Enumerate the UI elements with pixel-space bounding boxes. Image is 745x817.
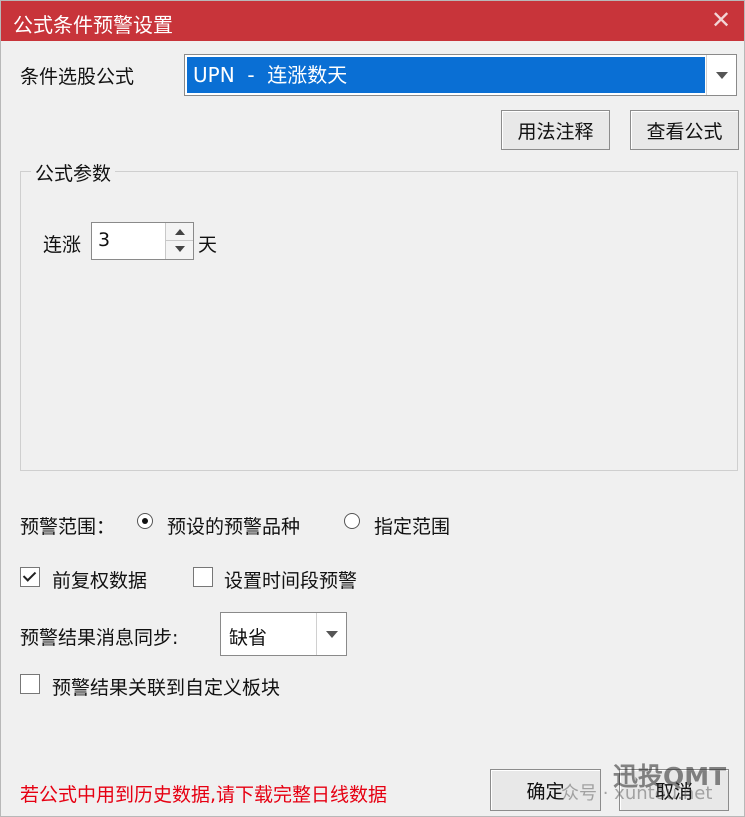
formula-params-title: 公式参数 [31,159,116,186]
radio-selected-dot [142,518,148,524]
scope-radio-preset[interactable] [137,513,153,529]
view-formula-button[interactable]: 查看公式 [630,110,739,150]
formula-dropdown-button[interactable] [706,55,736,95]
close-icon[interactable]: ✕ [708,7,734,33]
param-prefix-label: 连涨 [43,234,82,256]
time-period-checkbox[interactable] [193,567,213,587]
forward-adjust-label[interactable]: 前复权数据 [52,566,147,593]
usage-notes-button[interactable]: 用法注释 [501,110,610,150]
time-period-label[interactable]: 设置时间段预警 [224,566,357,593]
triangle-down-icon [175,246,185,252]
triangle-up-icon [175,229,185,235]
formula-params-group [20,171,738,471]
chevron-down-icon [716,72,728,79]
scope-option-preset-label[interactable]: 预设的预警品种 [167,512,300,539]
spinner-up-button[interactable] [166,223,193,241]
dialog-title: 公式条件预警设置 [13,13,173,37]
days-value[interactable]: 3 [98,229,110,251]
link-block-checkbox[interactable] [20,674,40,694]
formula-alert-dialog: 公式条件预警设置 ✕ 条件选股公式 UPN - 连涨数天 用法注释 查看公式 公… [0,0,745,817]
days-spinner[interactable]: 3 [91,222,194,260]
sync-label: 预警结果消息同步: [20,627,179,649]
formula-label: 条件选股公式 [20,66,135,88]
param-suffix-label: 天 [198,234,218,256]
forward-adjust-checkbox[interactable] [20,567,40,587]
sync-selected-value: 缺省 [229,627,268,649]
formula-selected-value: UPN - 连涨数天 [187,57,705,93]
link-block-label[interactable]: 预警结果关联到自定义板块 [52,673,280,700]
history-data-warning: 若公式中用到历史数据,请下载完整日线数据 [20,784,388,806]
spinner-buttons [165,223,193,259]
scope-option-specified-label[interactable]: 指定范围 [374,512,450,539]
checkmark-icon [22,568,37,582]
chevron-down-icon [326,631,338,638]
scope-label: 预警范围： [20,516,116,538]
title-bar[interactable]: 公式条件预警设置 ✕ [1,1,744,41]
sync-select[interactable]: 缺省 [220,612,347,656]
sync-dropdown-button[interactable] [316,613,346,655]
spinner-down-button[interactable] [166,241,193,259]
watermark-sub: 众号 · xuntou.net [561,783,713,804]
formula-combobox[interactable]: UPN - 连涨数天 [184,54,737,96]
scope-radio-specified[interactable] [344,513,360,529]
